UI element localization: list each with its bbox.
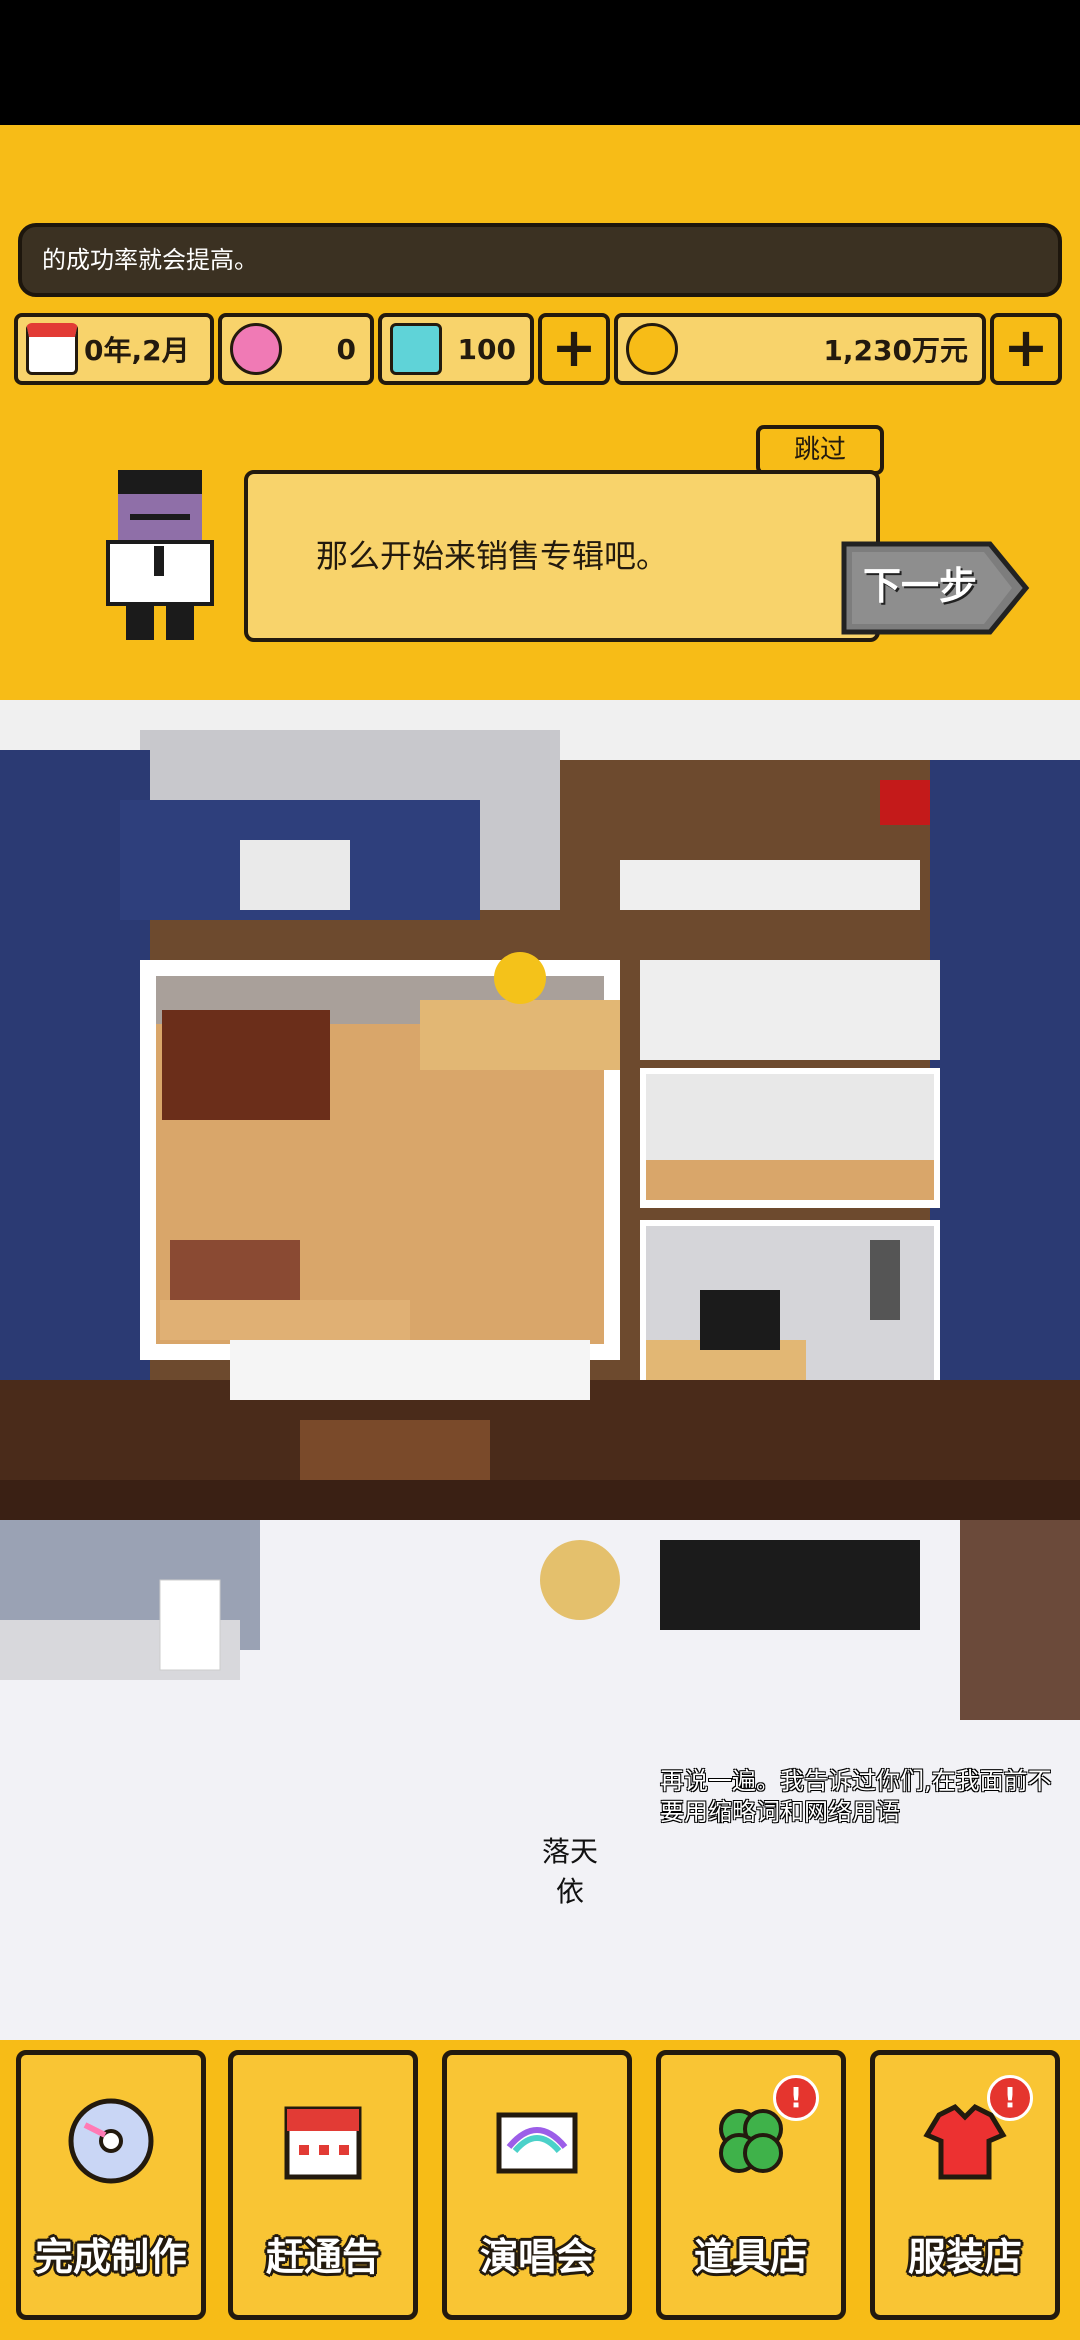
- top-panel: 的成功率就会提高。 0年,2月 0 100 + 1,230万元 + 跳过 那么开…: [0, 125, 1080, 700]
- dialog-box: 那么开始来销售专辑吧。: [244, 470, 880, 642]
- speech-bubble: 再说一遍。我告诉过你们,在我面前不要用缩略词和网络用语: [660, 1767, 1052, 1826]
- hearts-display: 0: [218, 313, 374, 385]
- nav-label: 完成制作: [34, 2235, 187, 2279]
- next-step-label: 下一步: [862, 564, 977, 608]
- next-step-button[interactable]: 下一步: [840, 540, 1030, 636]
- diamonds-value: 100: [457, 332, 516, 366]
- bottom-nav: 完成制作 赶通告 演唱会 ! 道具店 ! 服装店: [0, 2040, 1080, 2340]
- nav-finish-production[interactable]: 完成制作: [16, 2050, 206, 2320]
- money-value: 1,230万元: [823, 334, 968, 367]
- disc-icon: [68, 2098, 154, 2184]
- status-bar: [0, 0, 1080, 125]
- skip-button[interactable]: 跳过: [756, 425, 884, 475]
- nav-clothing-shop[interactable]: ! 服装店: [870, 2050, 1060, 2320]
- add-diamonds-button[interactable]: +: [538, 313, 610, 385]
- notification-badge: !: [773, 2075, 819, 2121]
- add-money-button[interactable]: +: [990, 313, 1062, 385]
- character-name: 落天依: [541, 1835, 598, 1908]
- hearts-value: 0: [336, 332, 356, 366]
- diamonds-display: 100: [378, 313, 534, 385]
- heart-gem-icon: [230, 323, 282, 375]
- date-display: 0年,2月: [14, 313, 214, 385]
- nav-label: 道具店: [693, 2235, 808, 2279]
- coin-icon: [626, 323, 678, 375]
- nav-label: 服装店: [907, 2235, 1022, 2279]
- tip-banner: 的成功率就会提高。: [18, 223, 1062, 297]
- resource-bar: 0年,2月 0 100 + 1,230万元 +: [14, 313, 1066, 393]
- notification-badge: !: [987, 2075, 1033, 2121]
- nav-gigs[interactable]: 赶通告: [228, 2050, 418, 2320]
- manager-avatar-icon: [106, 470, 214, 640]
- stage-icon: [496, 2112, 578, 2174]
- nav-label: 赶通告: [265, 2235, 380, 2279]
- nav-label: 演唱会: [479, 2235, 594, 2279]
- nav-concert[interactable]: 演唱会: [442, 2050, 632, 2320]
- nav-item-shop[interactable]: ! 道具店: [656, 2050, 846, 2320]
- date-value: 0年,2月: [84, 334, 190, 367]
- calendar-icon: [284, 2106, 362, 2180]
- diamond-icon: [390, 323, 442, 375]
- money-display: 1,230万元: [614, 313, 986, 385]
- calendar-icon: [26, 323, 78, 375]
